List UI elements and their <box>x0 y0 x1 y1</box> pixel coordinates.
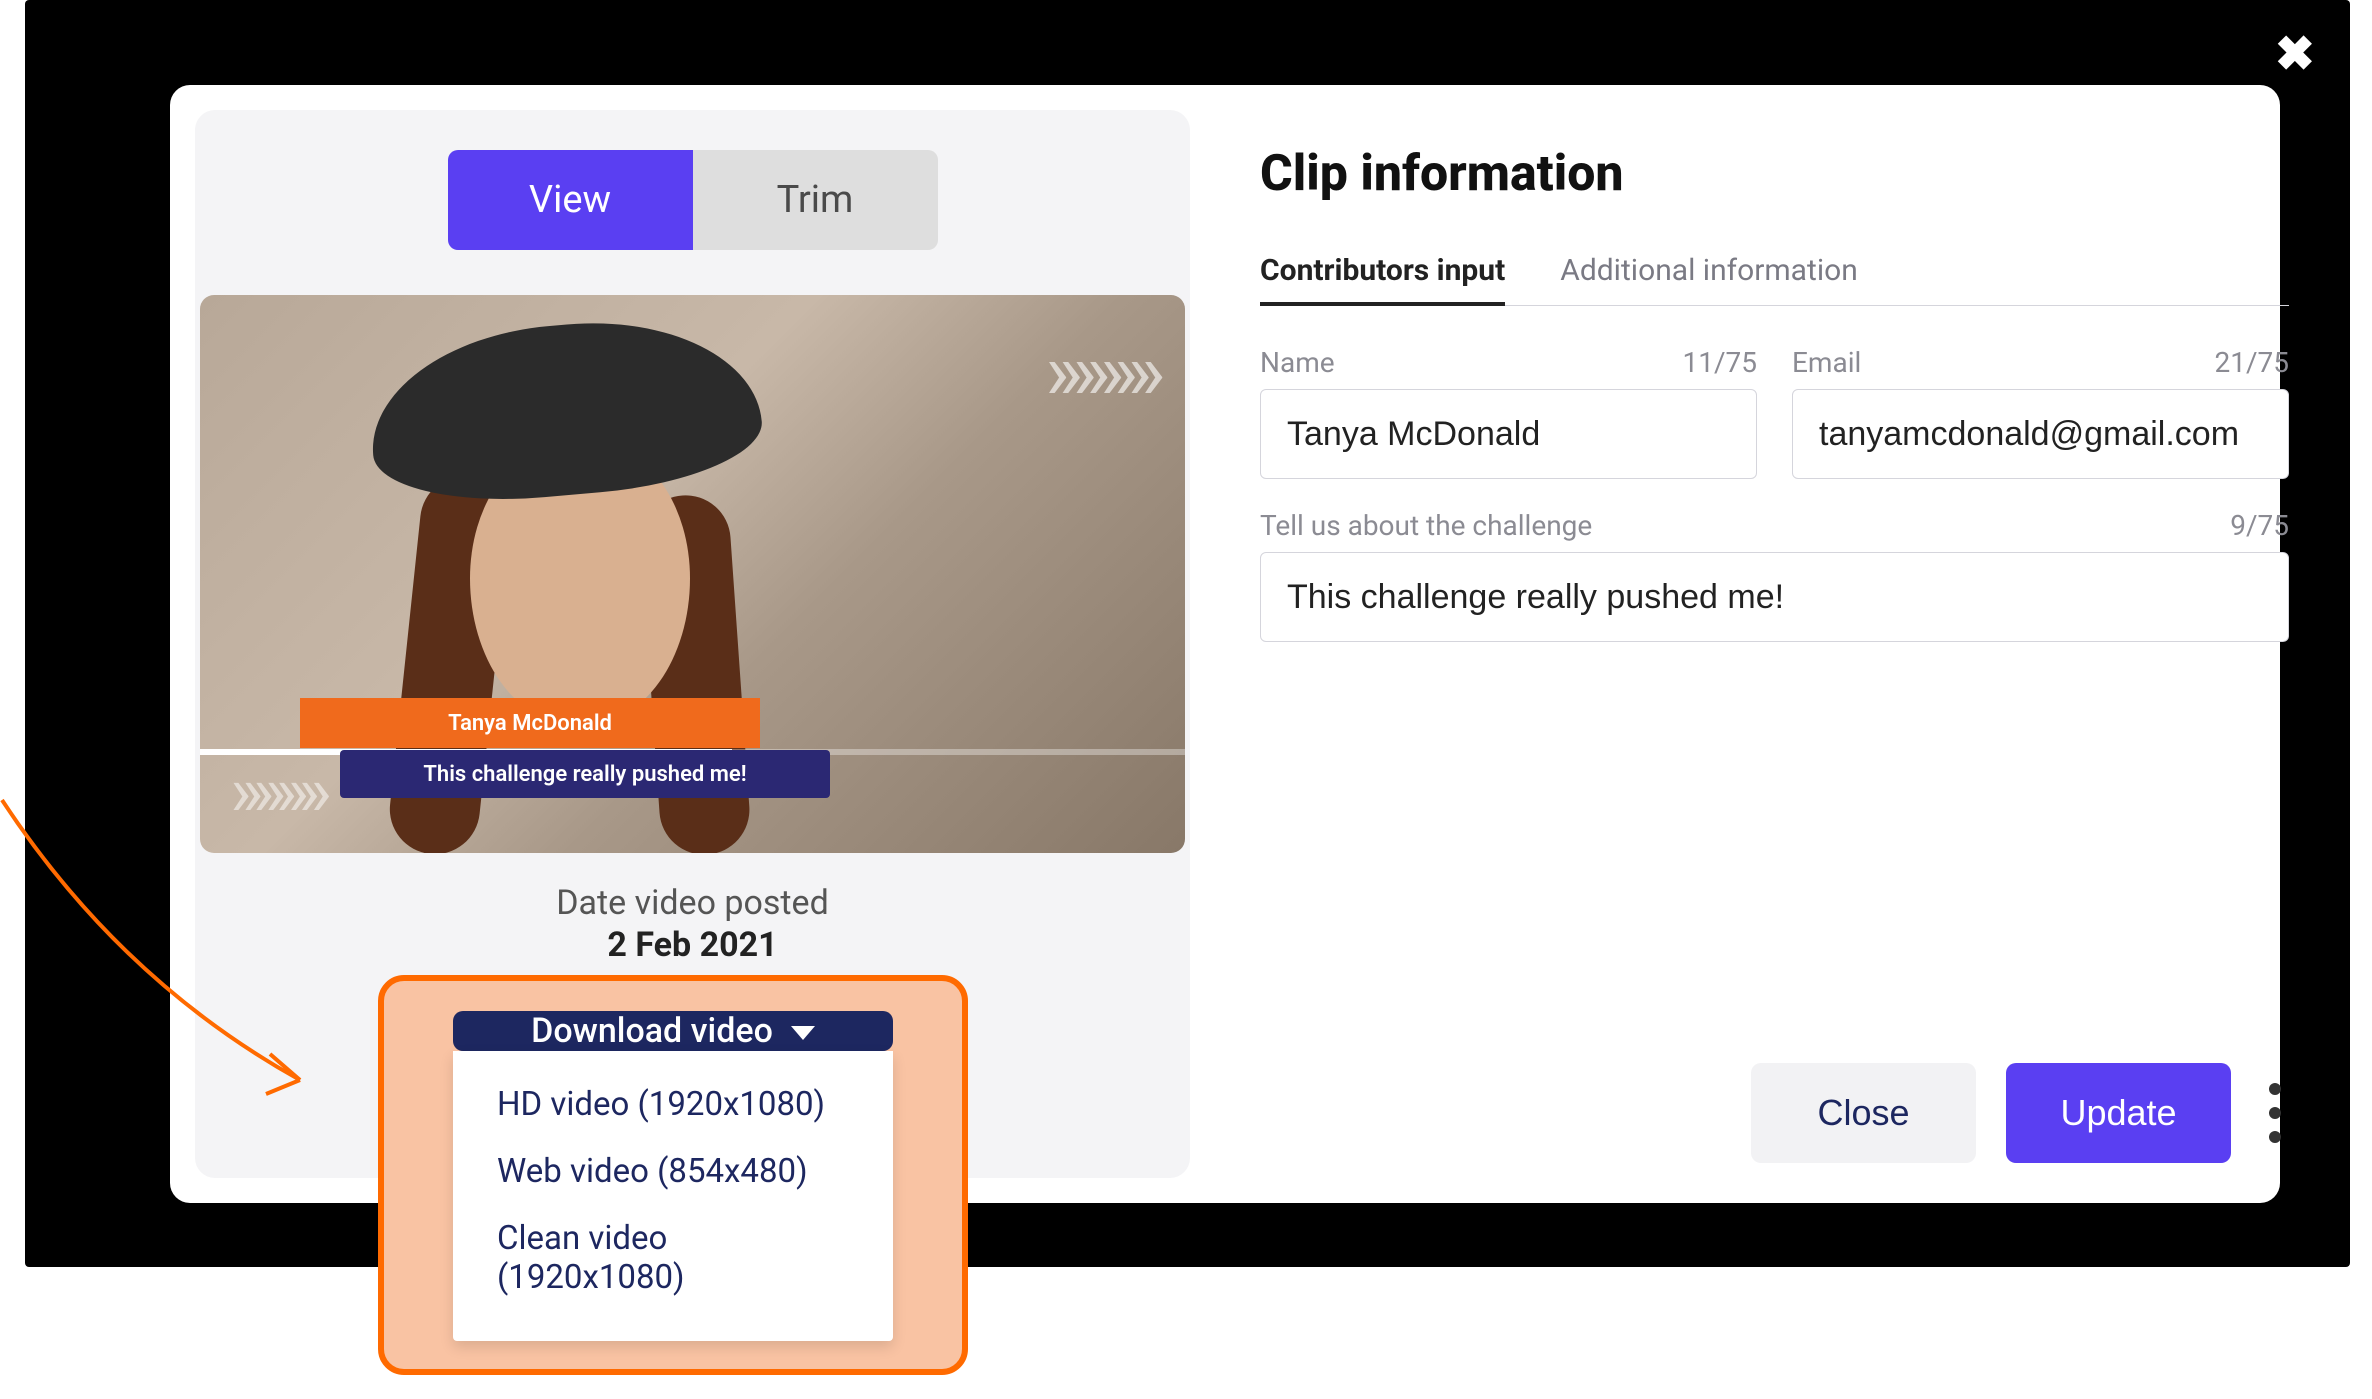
email-input[interactable] <box>1792 389 2289 479</box>
field-label: Email <box>1792 346 1861 379</box>
tab-view[interactable]: View <box>448 150 693 250</box>
tab-additional-information[interactable]: Additional information <box>1560 253 1858 305</box>
info-panel: Clip information Contributors input Addi… <box>1215 85 2344 1203</box>
download-option-hd[interactable]: HD video (1920x1080) <box>453 1071 893 1138</box>
field-count: 21/75 <box>2215 346 2290 379</box>
chevron-down-icon <box>791 1026 815 1040</box>
more-actions-icon[interactable] <box>2261 1083 2289 1143</box>
tab-contributors-input[interactable]: Contributors input <box>1260 253 1505 306</box>
date-label: Date video posted <box>556 883 829 923</box>
download-option-clean[interactable]: Clean video (1920x1080) <box>453 1205 893 1311</box>
field-row: Name 11/75 Email 21/75 <box>1260 346 2289 479</box>
date-value: 2 Feb 2021 <box>556 925 829 965</box>
thumbnail-decor <box>363 308 766 511</box>
field-label: Name <box>1260 346 1335 379</box>
overlay-name-banner: Tanya McDonald <box>300 698 760 748</box>
date-block: Date video posted 2 Feb 2021 <box>556 883 829 965</box>
download-menu: HD video (1920x1080) Web video (854x480)… <box>453 1051 893 1341</box>
close-button[interactable]: Close <box>1751 1063 1976 1163</box>
field-name: Name 11/75 <box>1260 346 1757 479</box>
download-video-label: Download video <box>531 1011 773 1051</box>
update-button[interactable]: Update <box>2006 1063 2231 1163</box>
panel-title: Clip information <box>1260 145 2289 203</box>
footer-actions: Close Update <box>1260 1063 2289 1163</box>
chevron-decor-icon: »»»» <box>1045 325 1155 419</box>
media-tab-group: View Trim <box>448 150 938 250</box>
download-video-button[interactable]: Download video <box>453 1011 893 1051</box>
close-icon[interactable]: ✖ <box>2275 25 2315 82</box>
annotation-arrow-icon <box>0 770 400 1170</box>
info-tabs: Contributors input Additional informatio… <box>1260 253 2289 306</box>
field-label: Tell us about the challenge <box>1260 509 1592 542</box>
field-challenge: Tell us about the challenge 9/75 <box>1260 509 2289 1063</box>
download-option-web[interactable]: Web video (854x480) <box>453 1138 893 1205</box>
field-email: Email 21/75 <box>1792 346 2289 479</box>
tab-trim[interactable]: Trim <box>693 150 938 250</box>
overlay-quote-banner: This challenge really pushed me! <box>340 750 830 798</box>
challenge-input[interactable] <box>1260 552 2289 642</box>
download-highlight: Download video HD video (1920x1080) Web … <box>378 975 968 1375</box>
name-input[interactable] <box>1260 389 1757 479</box>
field-count: 9/75 <box>2230 509 2289 542</box>
field-count: 11/75 <box>1683 346 1758 379</box>
